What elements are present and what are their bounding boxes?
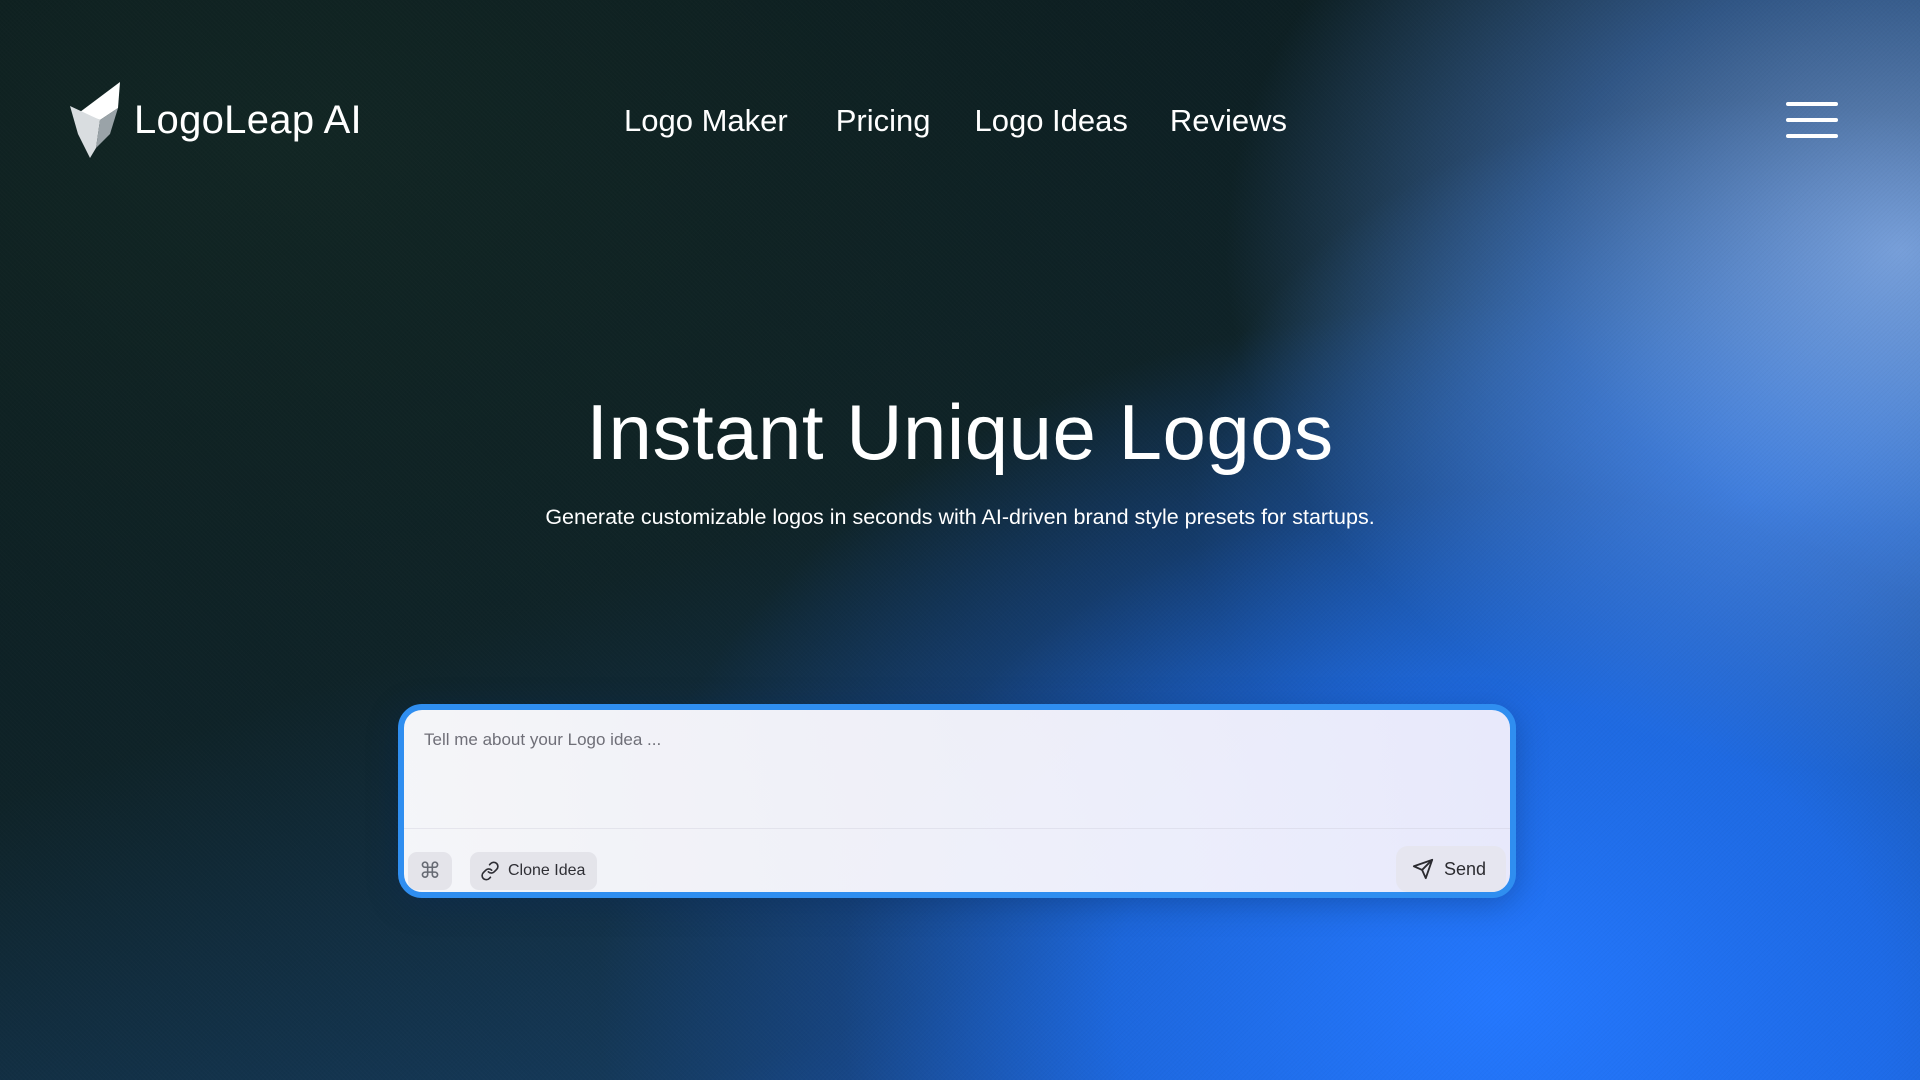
send-button[interactable]: Send [1395, 846, 1506, 892]
menu-bar [1786, 134, 1838, 138]
prompt-divider [404, 828, 1510, 829]
logo-idea-prompt-box: ⌘ Clone Idea Send [398, 704, 1516, 898]
nav-link-logo-ideas[interactable]: Logo Ideas [974, 103, 1127, 139]
site-header: LogoLeap AI Logo Maker Pricing Logo Idea… [0, 0, 1920, 240]
main-nav: Logo Maker Pricing Logo Ideas Reviews [624, 98, 1287, 144]
leap-logo-icon [70, 82, 120, 158]
clone-idea-button[interactable]: Clone Idea [470, 852, 598, 890]
nav-link-pricing[interactable]: Pricing [836, 103, 931, 139]
hamburger-menu-icon[interactable] [1786, 100, 1838, 140]
nav-link-logo-maker[interactable]: Logo Maker [624, 103, 788, 139]
clone-idea-label: Clone Idea [508, 862, 586, 879]
menu-bar [1786, 102, 1838, 106]
hero-title: Instant Unique Logos [586, 388, 1334, 476]
menu-bar [1786, 118, 1838, 122]
nav-link-reviews[interactable]: Reviews [1170, 103, 1287, 139]
command-shortcut-button[interactable]: ⌘ [408, 852, 452, 890]
brand-name: LogoLeap AI [134, 97, 362, 142]
send-label: Send [1443, 858, 1486, 879]
send-arrow-icon [1412, 858, 1434, 880]
command-key-icon: ⌘ [419, 858, 441, 883]
link-icon [480, 861, 500, 881]
hero-subtitle: Generate customizable logos in seconds w… [545, 505, 1375, 529]
logo-idea-input[interactable] [424, 730, 1484, 810]
brand[interactable]: LogoLeap AI [70, 82, 362, 158]
